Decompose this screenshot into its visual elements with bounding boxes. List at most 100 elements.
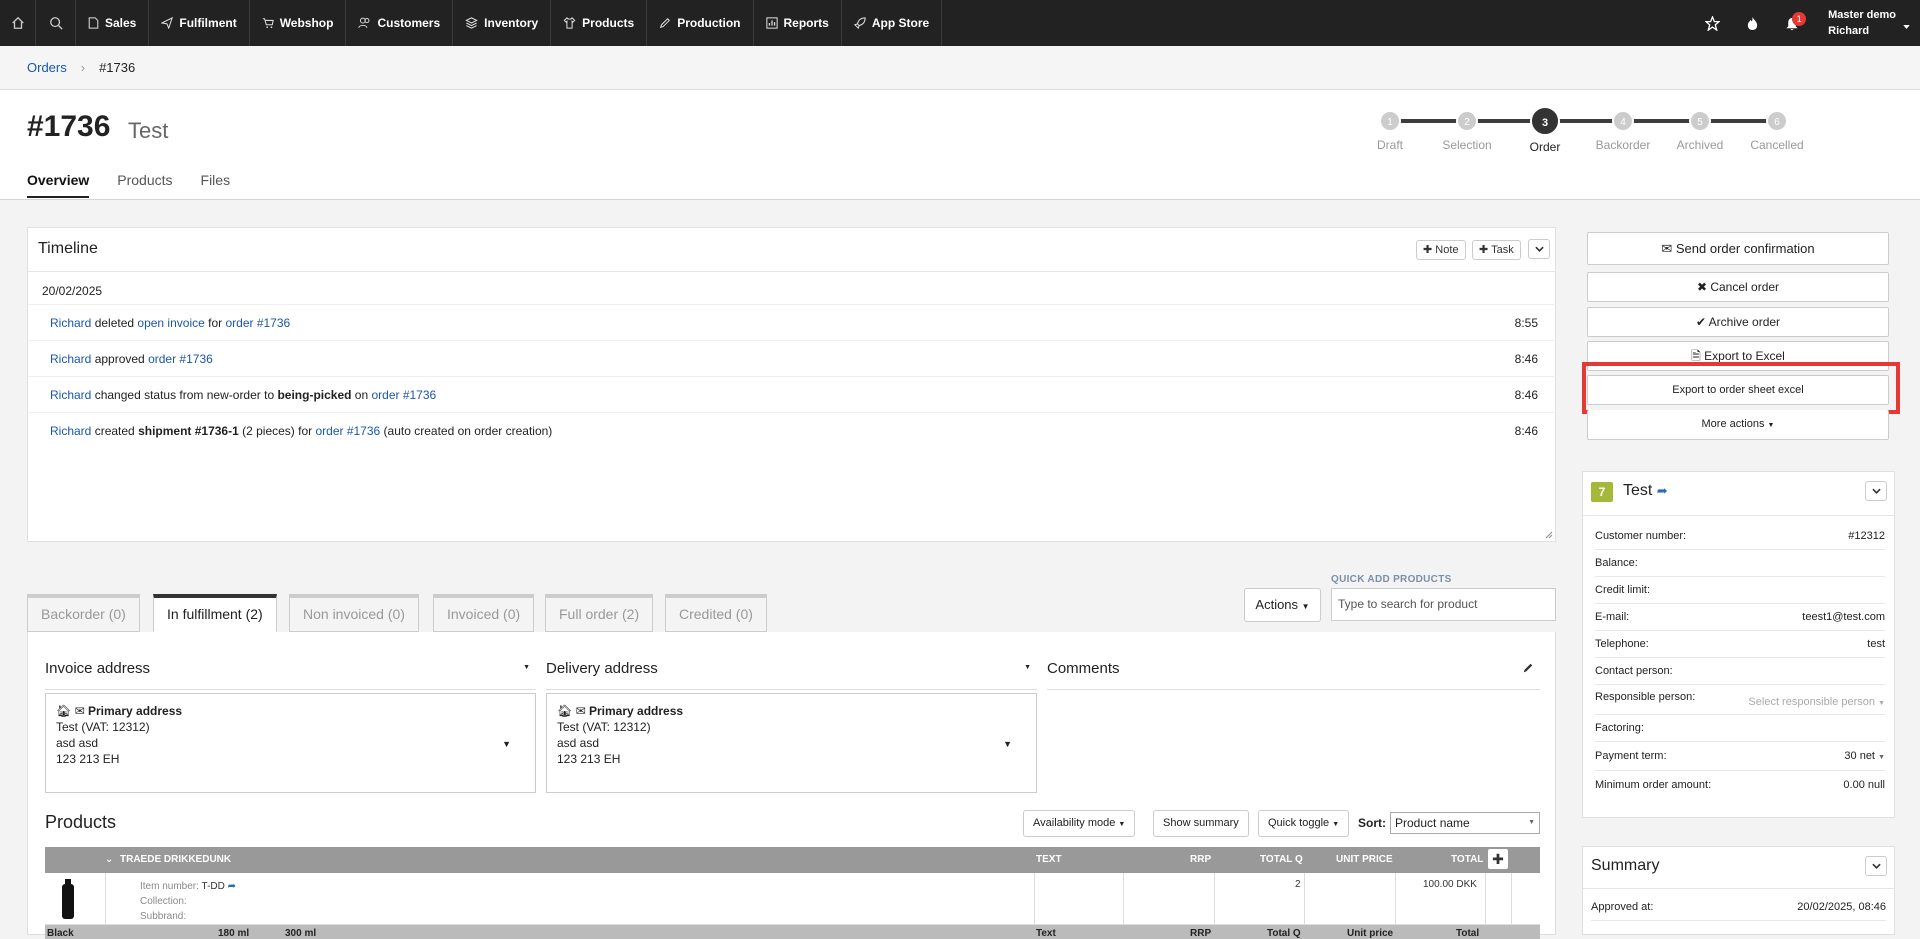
step-draft[interactable]: 1 Draft xyxy=(1350,106,1430,152)
tab-in-fulfillment[interactable]: In fulfillment (2) xyxy=(153,594,277,632)
tab-full-order[interactable]: Full order (2) xyxy=(545,594,654,632)
sort-select[interactable]: Product name ▼ xyxy=(1390,812,1540,834)
responsible-person-select[interactable]: Select responsible person ▼ xyxy=(1748,696,1885,708)
timeline-title: Timeline xyxy=(38,240,98,257)
add-note-button[interactable]: ✚ Note xyxy=(1416,240,1466,260)
nav-webshop[interactable]: Webshop xyxy=(250,0,347,46)
table-row: Item number: T-DD ➦ Collection: Subbrand… xyxy=(45,873,1540,925)
step-cancelled[interactable]: 6 Cancelled xyxy=(1737,106,1817,152)
entry-text: approved xyxy=(91,351,149,366)
nav-production[interactable]: Production xyxy=(647,0,754,46)
nav-products[interactable]: Products xyxy=(551,0,648,46)
more-actions-dropdown[interactable]: More actions ▼ xyxy=(1587,410,1889,440)
show-summary-button[interactable]: Show summary xyxy=(1153,810,1249,837)
send-order-confirmation-button[interactable]: ✉ Send order confirmation xyxy=(1587,232,1889,265)
nav-customers[interactable]: Customers xyxy=(346,0,454,46)
nav-sales[interactable]: Sales xyxy=(76,0,150,46)
nav-label: Webshop xyxy=(279,16,334,30)
order-link[interactable]: order #1736 xyxy=(371,388,436,402)
nav-fulfilment[interactable]: Fulfilment xyxy=(149,0,250,46)
user-link[interactable]: Richard xyxy=(50,352,91,366)
comments-title: Comments xyxy=(1047,660,1120,677)
summary-collapse-button[interactable] xyxy=(1865,856,1887,876)
tab-credited[interactable]: Credited (0) xyxy=(665,594,767,632)
add-column-button[interactable]: ✚ xyxy=(1488,849,1508,869)
order-customer-name: Test xyxy=(128,118,169,143)
delivery-address-box[interactable]: 🏠︎ ✉ Primary address Test (VAT: 12312) a… xyxy=(546,693,1037,793)
order-number: #1736 xyxy=(27,110,111,143)
step-selection[interactable]: 2 Selection xyxy=(1427,106,1507,152)
field-value: 30 net xyxy=(1844,750,1875,762)
variant-unit-price: Unit price xyxy=(1347,928,1394,939)
user-link[interactable]: Richard xyxy=(50,388,91,402)
favorites-button[interactable] xyxy=(1692,0,1732,46)
availability-mode-dropdown[interactable]: Availability mode ▼ xyxy=(1023,810,1136,837)
invoice-address-header[interactable]: Invoice address ▼ xyxy=(45,660,536,690)
quick-toggle-dropdown[interactable]: Quick toggle ▼ xyxy=(1258,810,1350,837)
email-row: E-mail: teest1@test.com xyxy=(1595,604,1885,631)
order-link[interactable]: order #1736 xyxy=(148,352,213,366)
user-link[interactable]: Richard xyxy=(50,424,91,438)
quick-toggle-label: Quick toggle xyxy=(1268,817,1330,829)
step-archived[interactable]: 5 Archived xyxy=(1660,106,1740,152)
activity-button[interactable] xyxy=(1732,0,1772,46)
home-button[interactable] xyxy=(0,0,36,46)
user-company: Master demo xyxy=(1828,9,1896,21)
variant-total-q: Total Q xyxy=(1267,928,1301,939)
add-task-button[interactable]: ✚ Task xyxy=(1472,240,1521,260)
tab-non-invoiced[interactable]: Non invoiced (0) xyxy=(289,594,419,632)
expand-chevron-icon[interactable]: ⌄ xyxy=(105,854,113,865)
tab-files[interactable]: Files xyxy=(201,172,231,198)
customer-name-link[interactable]: Test ➦ xyxy=(1623,482,1668,500)
archive-order-button[interactable]: ✔ Archive order xyxy=(1587,307,1889,337)
customer-collapse-button[interactable] xyxy=(1865,481,1887,501)
chevron-down-icon xyxy=(1871,488,1881,494)
cancel-order-button[interactable]: ✖ Cancel order xyxy=(1587,272,1889,302)
edit-pencil-icon[interactable] xyxy=(1522,662,1534,674)
actions-dropdown[interactable]: Actions ▼ xyxy=(1244,588,1321,622)
nav-app-store[interactable]: App Store xyxy=(842,0,943,46)
entry-time: 8:46 xyxy=(1514,351,1538,366)
timeline-entry: Richard deleted open invoice for order #… xyxy=(28,304,1554,340)
search-button[interactable] xyxy=(36,0,76,46)
nav-reports[interactable]: Reports xyxy=(754,0,842,46)
step-label: Backorder xyxy=(1595,138,1651,152)
order-link[interactable]: order #1736 xyxy=(315,424,380,438)
breadcrumb-orders-link[interactable]: Orders xyxy=(27,60,67,75)
address-line: Test (VAT: 12312) xyxy=(56,720,150,734)
tab-backorder[interactable]: Backorder (0) xyxy=(27,594,140,632)
quick-add-input[interactable]: Type to search for product xyxy=(1331,588,1556,621)
archive-label: Archive order xyxy=(1708,315,1781,329)
user-menu[interactable]: Master demo Richard xyxy=(1812,7,1920,39)
tab-products[interactable]: Products xyxy=(117,172,172,198)
fire-icon xyxy=(1747,16,1757,30)
caret-down-icon: ▼ xyxy=(1301,602,1310,611)
address-type: Primary address xyxy=(87,704,183,718)
share-arrow-icon[interactable]: ➦ xyxy=(228,881,236,892)
invoice-address-box[interactable]: 🏠︎ ✉ Primary address Test (VAT: 12312) a… xyxy=(45,693,536,793)
notifications-button[interactable]: 1 xyxy=(1772,0,1812,46)
timeline-collapse-button[interactable] xyxy=(1528,239,1550,259)
resize-handle-icon[interactable] xyxy=(1545,531,1553,539)
entry-time: 8:46 xyxy=(1514,387,1538,402)
step-backorder[interactable]: 4 Backorder xyxy=(1583,106,1663,152)
delivery-address-header[interactable]: Delivery address ▼ xyxy=(546,660,1037,690)
balance-row: Balance: xyxy=(1595,550,1885,577)
payment-term-select[interactable]: 30 net ▼ xyxy=(1844,750,1885,762)
field-value: 0.00 null xyxy=(1843,778,1885,791)
order-link[interactable]: order #1736 xyxy=(225,316,290,330)
step-order[interactable]: 3 Order xyxy=(1505,106,1585,154)
tab-overview[interactable]: Overview xyxy=(27,172,90,198)
address-line: 123 213 EH xyxy=(56,752,120,766)
step-label: Cancelled xyxy=(1750,138,1804,152)
step-number: 6 xyxy=(1766,110,1788,132)
tab-invoiced[interactable]: Invoiced (0) xyxy=(433,594,535,632)
responsible-person-row: Responsible person: Select responsible pe… xyxy=(1595,685,1885,715)
column-product-name: TRAEDE DRIKKEDUNK xyxy=(120,854,232,865)
nav-inventory[interactable]: Inventory xyxy=(453,0,552,46)
invoice-link[interactable]: open invoice xyxy=(137,316,204,330)
paper-plane-icon xyxy=(161,17,174,29)
user-link[interactable]: Richard xyxy=(50,316,91,330)
divider xyxy=(1304,873,1305,925)
entry-shipment: shipment #1736-1 xyxy=(138,423,239,438)
